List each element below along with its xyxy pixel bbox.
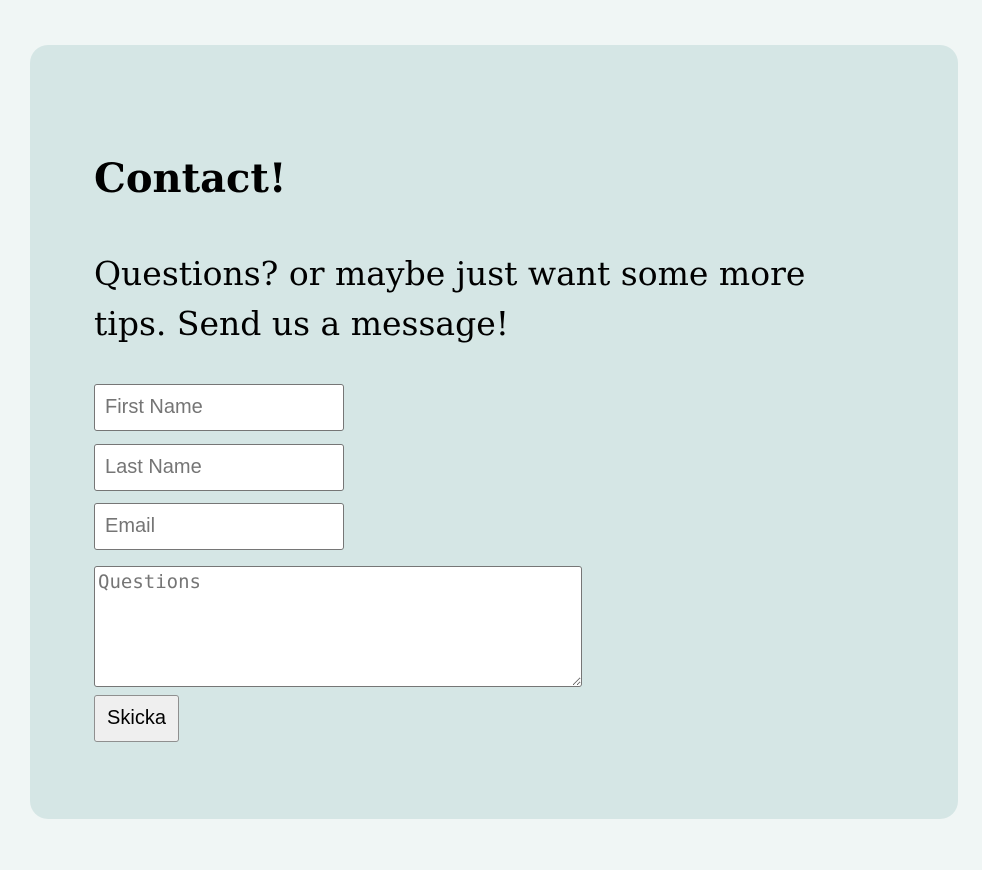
questions-textarea[interactable] (94, 566, 582, 687)
first-name-field[interactable] (94, 384, 344, 431)
contact-subtitle: Questions? or maybe just want some more … (94, 254, 806, 343)
page-title: Contact! (94, 155, 287, 202)
submit-button[interactable]: Skicka (94, 695, 179, 742)
last-name-field[interactable] (94, 444, 344, 491)
email-field[interactable] (94, 503, 344, 550)
contact-card: Contact! Questions? or maybe just want s… (30, 45, 958, 819)
